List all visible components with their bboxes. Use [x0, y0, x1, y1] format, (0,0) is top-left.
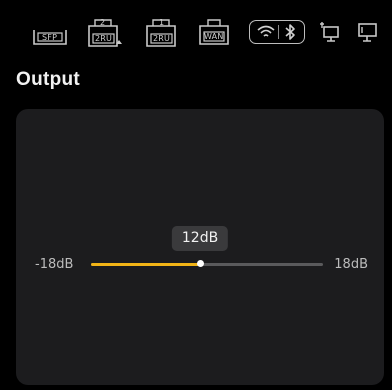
page-title: Output [16, 69, 81, 90]
slider-track[interactable] [91, 263, 323, 266]
usb-pc-icon [318, 20, 342, 44]
wan-port-label: WAN [204, 32, 224, 41]
output-settings-screen: SFP 2 2RU 1 2RU WAN Output -18dB 12dB 18… [0, 0, 392, 390]
monitor-icon [356, 20, 380, 44]
slider-min-label: -18dB [35, 257, 74, 272]
2ru-unit-number: 2 [100, 18, 106, 27]
output-slider-card: -18dB 12dB 18dB [16, 109, 384, 385]
slider-max-label: 18dB [334, 257, 368, 272]
2ru-unit-number: 1 [159, 18, 165, 27]
sfp-port-label: SFP [42, 33, 58, 42]
status-bar: SFP 2 2RU 1 2RU WAN [0, 0, 392, 52]
slider-value-tooltip: 12dB [171, 226, 229, 251]
2ru-unit-2-icon: 2 2RU [86, 14, 124, 48]
2ru-unit-label: 2RU [153, 34, 171, 43]
output-slider[interactable]: -18dB 12dB 18dB [16, 109, 384, 385]
bluetooth-icon [282, 23, 298, 41]
sfp-port-icon: SFP [32, 24, 68, 46]
divider [278, 25, 279, 39]
2ru-unit-1-icon: 1 2RU [144, 14, 178, 48]
slider-fill [91, 263, 201, 266]
wan-port-icon: WAN [198, 16, 230, 46]
2ru-unit-label: 2RU [95, 34, 113, 43]
slider-thumb[interactable] [196, 260, 204, 267]
wireless-status-group [249, 20, 305, 44]
wifi-icon [256, 24, 276, 40]
